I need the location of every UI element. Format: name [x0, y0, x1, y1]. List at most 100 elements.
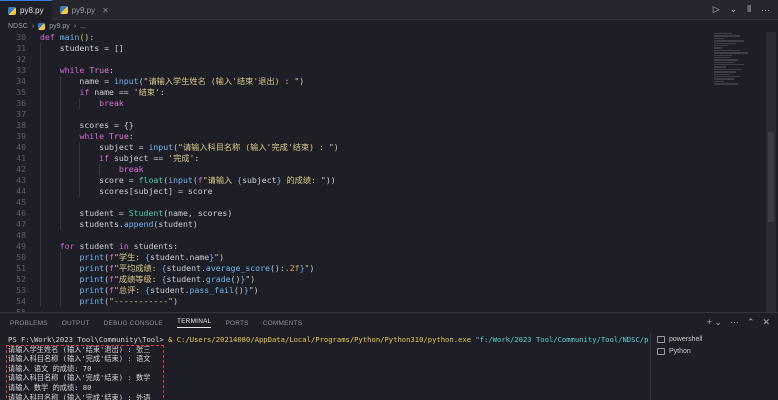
terminal-command-line: PS F:\Work\2023 Tool\Community\Tool> & C… — [8, 335, 648, 345]
minimap[interactable] — [714, 32, 764, 92]
editor-tab-bar: py8.py py9.py ✕ ▷ ⌄ ⫴ ··· — [0, 0, 778, 20]
code-line[interactable]: 33 while True: — [0, 65, 710, 76]
code-line[interactable]: 47 students.append(student) — [0, 219, 710, 230]
tab-label: py9.py — [71, 5, 96, 15]
code-text: student = Student(name, scores) — [40, 208, 233, 218]
terminal-executable: C:/Users/20214080/AppData/Local/Programs… — [176, 335, 472, 344]
code-line[interactable]: 38 scores = {} — [0, 120, 710, 131]
minimap-line — [714, 33, 732, 35]
tab-py8[interactable]: py8.py — [0, 0, 52, 20]
terminal-instance-label: Python — [669, 347, 691, 355]
line-number: 40 — [16, 142, 26, 152]
new-terminal-icon[interactable]: + ⌄ — [707, 317, 722, 328]
line-number: 44 — [16, 186, 26, 196]
line-number: 54 — [16, 296, 26, 306]
terminal-argument: "f:/Work/2023 Tool/Community/Tool/NDSC/p… — [475, 335, 648, 344]
code-line[interactable]: 40 subject = input("请输入科目名称 (输入'完成'结束) :… — [0, 142, 710, 153]
editor-actions: ▷ ⌄ ⫴ ··· — [713, 0, 778, 19]
code-line[interactable]: 48 — [0, 230, 710, 241]
line-number: 52 — [16, 274, 26, 284]
line-number: 43 — [16, 175, 26, 185]
terminal-instance-label: powershell — [669, 335, 703, 343]
line-number: 37 — [16, 109, 26, 119]
code-line[interactable]: 37 — [0, 109, 710, 120]
indent-guide — [40, 109, 41, 120]
breadcrumb-file[interactable]: py9.py — [49, 23, 70, 30]
code-line[interactable]: 31 students = [] — [0, 43, 710, 54]
terminal-instance[interactable]: Python — [657, 345, 778, 357]
code-line[interactable]: 46 student = Student(name, scores) — [0, 208, 710, 219]
more-actions-icon[interactable]: ··· — [730, 317, 739, 328]
code-text: break — [99, 98, 124, 108]
code-line[interactable]: 42 break — [0, 164, 710, 175]
code-line[interactable]: 39 while True: — [0, 131, 710, 142]
breadcrumb-symbol[interactable]: ... — [80, 23, 86, 30]
code-text: def main(): — [40, 32, 95, 42]
bottom-panel: PROBLEMS OUTPUT DEBUG CONSOLE TERMINAL PORTS… — [0, 312, 778, 400]
line-number: 51 — [16, 263, 26, 273]
minimap-line — [714, 71, 736, 73]
line-number: 30 — [16, 32, 26, 42]
minimap-line — [714, 37, 724, 40]
code-line[interactable]: 35 if name == '结束': — [0, 87, 710, 98]
code-line[interactable]: 30 def main(): — [0, 32, 710, 43]
minimap-line — [714, 78, 734, 80]
minimap-line — [714, 44, 728, 47]
tab-ports[interactable]: PORTS — [225, 320, 248, 327]
split-editor-icon[interactable]: ⫴ — [747, 4, 751, 15]
indent-guide — [40, 230, 41, 241]
tab-comments[interactable]: COMMENTS — [263, 320, 303, 327]
code-line[interactable]: 52 print(f"成绩等级: {student.grade()}") — [0, 274, 710, 285]
minimap-line — [714, 83, 738, 85]
code-line[interactable]: 41 if subject == '完成': — [0, 153, 710, 164]
tab-output[interactable]: OUTPUT — [62, 320, 90, 327]
code-line[interactable]: 44 scores[subject] = score — [0, 186, 710, 197]
code-text: students = [] — [40, 43, 124, 53]
code-text: name = input("请输入学生姓名 (输入'结束'退出) : ") — [40, 76, 305, 86]
run-icon[interactable]: ▷ — [713, 4, 720, 15]
minimap-line — [714, 52, 748, 54]
editor-scrollbar[interactable] — [766, 32, 776, 312]
line-number: 38 — [16, 120, 26, 130]
terminal-output[interactable]: PS F:\Work\2023 Tool\Community\Tool> & C… — [6, 335, 648, 400]
chevron-down-icon[interactable]: ⌄ — [730, 4, 738, 15]
code-text: print(f"学生: {student.name}") — [79, 252, 225, 262]
code-line[interactable]: 34 name = input("请输入学生姓名 (输入'结束'退出) : ") — [0, 76, 710, 87]
python-file-icon — [38, 22, 46, 30]
code-line[interactable]: 54 print("-----------") — [0, 296, 710, 307]
terminal-icon — [657, 347, 665, 355]
code-line[interactable]: 49 for student in students: — [0, 241, 710, 252]
minimap-line — [714, 56, 730, 59]
code-line[interactable]: 32 — [0, 54, 710, 65]
maximize-panel-icon[interactable]: ⌃ — [747, 317, 755, 328]
indent-guide — [59, 197, 61, 208]
code-text: if subject == '完成': — [99, 153, 200, 163]
more-actions-icon[interactable]: ··· — [761, 5, 770, 15]
line-number: 49 — [16, 241, 26, 251]
close-panel-icon[interactable]: ✕ — [762, 317, 770, 328]
code-text: print("-----------") — [79, 296, 179, 306]
code-line[interactable]: 36 break — [0, 98, 710, 109]
code-text: break — [118, 164, 144, 174]
tab-debug-console[interactable]: DEBUG CONSOLE — [104, 320, 163, 327]
terminal-instance[interactable]: powershell — [657, 333, 778, 345]
breadcrumb-folder[interactable]: NDSC — [8, 23, 28, 30]
scrollbar-thumb[interactable] — [768, 132, 774, 222]
code-editor[interactable]: 30 def main(): 31 students = [] 32 33 while … — [0, 32, 710, 312]
code-line[interactable]: 51 print(f"平均成绩: {student.average_score(… — [0, 263, 710, 274]
line-number: 39 — [16, 131, 26, 141]
tab-problems[interactable]: PROBLEMS — [10, 320, 48, 327]
code-line[interactable]: 45 — [0, 197, 710, 208]
minimap-line — [714, 54, 732, 56]
code-line[interactable]: 50 print(f"学生: {student.name}") — [0, 252, 710, 263]
panel-tab-strip: PROBLEMS OUTPUT DEBUG CONSOLE TERMINAL PORTS… — [0, 313, 778, 333]
code-line[interactable]: 43 score = float(input(f"请输入 {subject} 的… — [0, 175, 710, 186]
code-line[interactable]: 53 print(f"总评: {student.pass_fail()}") — [0, 285, 710, 296]
python-file-icon — [8, 6, 16, 15]
tab-py9[interactable]: py9.py ✕ — [52, 0, 117, 20]
line-number: 31 — [16, 43, 26, 53]
close-icon[interactable]: ✕ — [102, 6, 109, 15]
code-text: print(f"成绩等级: {student.grade()}") — [79, 274, 256, 284]
minimap-line — [714, 68, 742, 71]
tab-terminal[interactable]: TERMINAL — [176, 318, 212, 328]
